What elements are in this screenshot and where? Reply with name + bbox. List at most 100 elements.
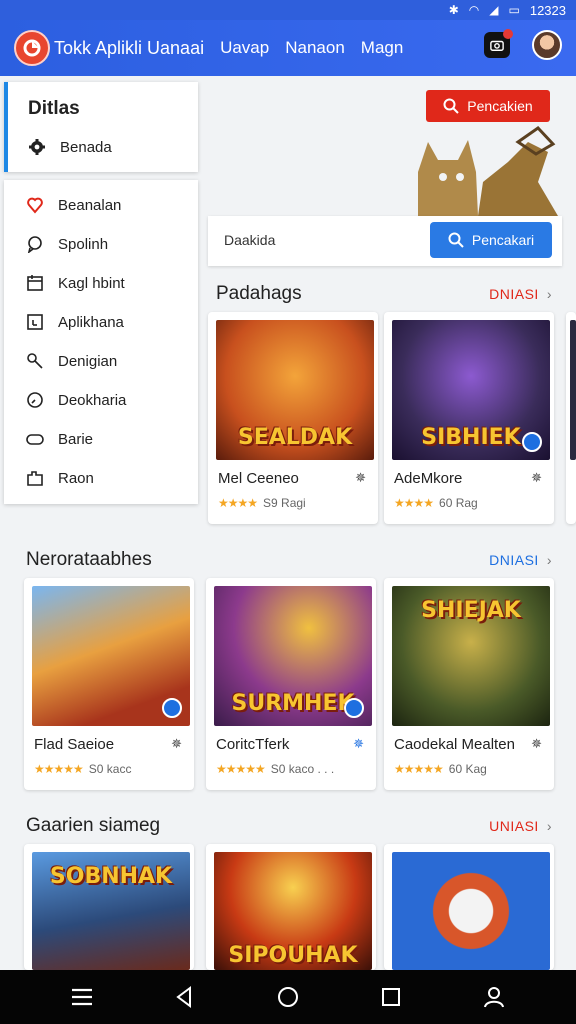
back-icon[interactable] [173, 985, 197, 1009]
bluetooth-icon: ✱ [448, 3, 459, 17]
search-button-label: Pencakari [471, 232, 535, 248]
app-bar: Tokk Aplikli Uanaai Uavap Nanaon Magn [0, 20, 576, 76]
system-navigation-bar [0, 970, 576, 1024]
wifi-icon: ◠ [468, 3, 480, 17]
menu-item-3[interactable]: Kagl hbint [26, 274, 125, 292]
chat-icon [27, 236, 42, 253]
download-icon[interactable]: ✵ [353, 736, 364, 752]
star-rating-icon: ★★★★★ [216, 762, 266, 776]
game-card[interactable] [384, 844, 554, 970]
menu-item-8[interactable]: Raon [26, 469, 94, 487]
profile-icon[interactable] [482, 985, 506, 1009]
app-logo-icon[interactable] [14, 30, 50, 66]
gamepad-icon [26, 434, 44, 445]
menu-item-4[interactable]: Aplikhana [26, 313, 124, 331]
game-card[interactable]: SIPOUHAK [206, 844, 376, 970]
star-rating-icon: ★★★★★ [394, 762, 444, 776]
game-card[interactable]: SURMHEK CoritcTferk ✵ ★★★★★ S0 kaco . . . [206, 578, 376, 790]
game-thumbnail [570, 320, 576, 460]
menu-item-label: Spolinh [58, 235, 109, 253]
status-time: 12323 [529, 2, 566, 18]
download-icon[interactable]: ✵ [171, 736, 182, 752]
search-icon [443, 98, 460, 114]
game-name: Caodekal Mealten [394, 736, 515, 753]
star-rating-icon: ★★★★ [394, 496, 434, 510]
game-art-title: SHIEJAK [421, 598, 521, 623]
menu-item-7[interactable]: Barie [26, 430, 93, 448]
notification-dot [503, 29, 513, 39]
nav-link-1[interactable]: Uavap [220, 38, 269, 58]
key-icon [27, 353, 43, 369]
game-rating: ★★★★ S9 Ragi [218, 496, 306, 510]
dropdown-selected-label: Benada [60, 138, 112, 156]
hero-search-label: Pencakien [467, 98, 533, 114]
game-card[interactable]: SHIEJAK Caodekal Mealten ✵ ★★★★★ 60 Kag [384, 578, 554, 790]
search-button[interactable]: Pencakari [430, 222, 552, 258]
game-thumbnail [32, 586, 190, 726]
calendar-icon [27, 275, 43, 291]
game-art-title: SEALDAK [237, 425, 353, 450]
chevron-right-icon: › [546, 552, 552, 568]
avatar[interactable] [532, 30, 562, 60]
search-bar: Daakida Pencakari [208, 216, 562, 266]
verified-badge-icon [162, 698, 182, 718]
more-label: DNIASI [489, 286, 539, 302]
home-icon[interactable] [276, 985, 300, 1009]
game-thumbnail: SEALDAK [216, 320, 374, 460]
menu-item-label: Denigian [58, 352, 118, 370]
game-art-title: SIPOUHAK [228, 943, 358, 968]
game-name: AdeMkore [394, 470, 463, 487]
search-input[interactable]: Daakida [224, 232, 275, 248]
menu-item-label: Beanalan [58, 196, 122, 214]
menu-item-label: Deokharia [58, 391, 127, 409]
game-rating: ★★★★★ S0 kaco . . . [216, 762, 335, 776]
chevron-right-icon: › [546, 286, 552, 302]
puzzle-icon [27, 471, 43, 486]
game-name: CoritcTferk [216, 736, 290, 753]
game-rating: ★★★★★ 60 Kag [394, 762, 487, 776]
section-more-link[interactable]: DNIASI › [489, 286, 552, 302]
game-thumbnail: SOBNHAK [32, 852, 190, 970]
clock-icon [27, 392, 43, 408]
more-label: DNIASI [489, 552, 539, 568]
game-card-partial[interactable] [566, 312, 576, 524]
game-thumbnail: SHIEJAK [392, 586, 550, 726]
menu-item-1[interactable]: Beanalan [26, 196, 121, 214]
game-rating: ★★★★ 60 Rag [394, 496, 478, 510]
section-more-link[interactable]: DNIASI › [489, 552, 552, 568]
menu-item-label: Barie [58, 430, 94, 448]
download-icon[interactable]: ✵ [531, 736, 542, 752]
search-icon [448, 232, 464, 248]
recents-icon[interactable] [379, 985, 403, 1009]
notifications-button[interactable] [484, 29, 513, 58]
menu-item-6[interactable]: Deokharia [26, 391, 126, 409]
menu-item-2[interactable]: Spolinh [26, 235, 108, 253]
chevron-right-icon: › [546, 818, 552, 834]
dropdown-selected-item[interactable]: Benada [28, 138, 112, 156]
section-more-link[interactable]: UNIASI › [489, 818, 552, 834]
game-card[interactable]: Flad Saeioe ✵ ★★★★★ S0 kacc [24, 578, 194, 790]
game-card[interactable]: SEALDAK Mel Ceeneo ✵ ★★★★ S9 Ragi [208, 312, 378, 524]
verified-badge-icon [344, 698, 364, 718]
game-card[interactable]: SIBHIEK AdeMkore ✵ ★★★★ 60 Rag [384, 312, 554, 524]
dropdown-title: Ditlas [28, 98, 80, 119]
heart-icon [27, 197, 43, 214]
category-dropdown-list: Beanalan Spolinh Kagl hbint Aplikhana De… [4, 180, 198, 504]
menu-icon[interactable] [70, 985, 94, 1009]
nav-link-3[interactable]: Magn [361, 38, 404, 58]
hero-banner: Pencakien [208, 82, 562, 216]
game-thumbnail: SIPOUHAK [214, 852, 372, 970]
app-title: Tokk Aplikli Uanaai [54, 37, 205, 58]
verified-badge-icon [522, 432, 542, 452]
game-thumbnail: SURMHEK [214, 586, 372, 726]
download-icon[interactable]: ✵ [531, 470, 542, 486]
menu-item-5[interactable]: Denigian [26, 352, 117, 370]
hero-search-button[interactable]: Pencakien [426, 90, 550, 122]
camera-icon [490, 40, 504, 51]
game-rating: ★★★★★ S0 kacc [34, 762, 132, 776]
game-thumbnail: SIBHIEK [392, 320, 550, 460]
game-card[interactable]: SOBNHAK [24, 844, 194, 970]
nav-link-2[interactable]: Nanaon [285, 38, 345, 58]
download-icon[interactable]: ✵ [355, 470, 366, 486]
game-art-title: SOBNHAK [49, 864, 173, 889]
